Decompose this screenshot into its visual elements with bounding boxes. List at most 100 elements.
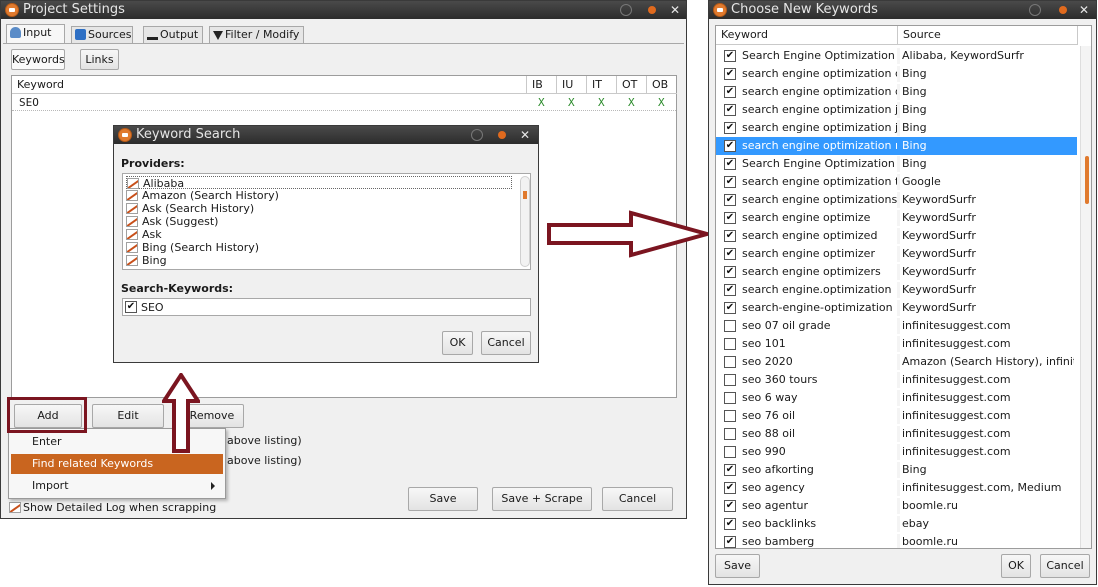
keyword-checkbox[interactable] <box>724 374 736 386</box>
maximize-icon[interactable] <box>1059 6 1067 14</box>
keyword-checkbox[interactable]: ✔ <box>724 518 736 530</box>
keyword-checkbox[interactable]: ✔ <box>724 212 736 224</box>
table-row[interactable]: seo 2020 Amazon (Search History), infinit… <box>716 353 1077 371</box>
keyword-list[interactable]: Keyword Source ✔ Search Engine Optimizati… <box>715 25 1092 549</box>
save-button[interactable]: Save <box>715 554 760 578</box>
table-row[interactable]: seo 101 infinitesuggest.com <box>716 335 1077 353</box>
tab-filter-modify[interactable]: Filter / Modify <box>209 26 304 43</box>
keyword-checkbox[interactable]: ✔ <box>724 230 736 242</box>
table-row[interactable]: seo 76 oil infinitesuggest.com <box>716 407 1077 425</box>
keyword-checkbox[interactable] <box>724 320 736 332</box>
table-row[interactable]: ✔ search-engine-optimization KeywordSurfr <box>716 299 1077 317</box>
ok-button[interactable]: OK <box>1001 554 1031 578</box>
minimize-icon[interactable] <box>471 129 483 141</box>
close-icon[interactable]: ✕ <box>1078 4 1090 16</box>
table-row[interactable]: ✔ search engine optimization j... Bing <box>716 101 1077 119</box>
table-row[interactable]: seo 88 oil infinitesuggest.com <box>716 425 1077 443</box>
table-row[interactable]: ✔ search engine optimizers KeywordSurfr <box>716 263 1077 281</box>
keyword-checkbox[interactable]: ✔ <box>724 68 736 80</box>
column-header-ob[interactable]: OB <box>647 76 677 94</box>
table-row[interactable]: ✔ search engine optimizer KeywordSurfr <box>716 245 1077 263</box>
table-row[interactable]: ✔ search engine optimize KeywordSurfr <box>716 209 1077 227</box>
table-row[interactable]: ✔ search engine optimized KeywordSurfr <box>716 227 1077 245</box>
keyword-checkbox[interactable]: ✔ <box>724 50 736 62</box>
column-header-keyword[interactable]: Keyword <box>12 76 527 94</box>
table-row[interactable]: ✔ search engine optimization tips Google <box>716 173 1077 191</box>
table-row[interactable]: ✔ search engine optimization m... Bing <box>716 137 1077 155</box>
column-header-source[interactable]: Source <box>898 26 1078 45</box>
keyword-checkbox[interactable]: ✔ <box>724 284 736 296</box>
keyword-checkbox[interactable] <box>724 410 736 422</box>
provider-item[interactable]: Ask <box>126 228 162 241</box>
keyword-checkbox[interactable]: ✔ <box>724 194 736 206</box>
choose-keywords-titlebar[interactable]: Choose New Keywords ✕ <box>709 1 1096 19</box>
cancel-button[interactable]: Cancel <box>481 331 531 355</box>
provider-item[interactable]: Ask (Search History) <box>126 202 254 215</box>
close-icon[interactable]: ✕ <box>669 4 681 16</box>
maximize-icon[interactable] <box>648 6 656 14</box>
provider-item[interactable]: Amazon (Search History) <box>126 189 279 202</box>
subtab-keywords[interactable]: Keywords <box>11 49 65 70</box>
table-row[interactable]: ✔ seo afkorting Bing <box>716 461 1077 479</box>
edit-button[interactable]: Edit <box>92 404 164 428</box>
row-flag-iu[interactable]: X <box>568 96 575 109</box>
keyword-checkbox[interactable] <box>724 446 736 458</box>
keyword-checkbox[interactable]: ✔ <box>724 302 736 314</box>
close-icon[interactable]: ✕ <box>519 129 531 141</box>
table-row[interactable]: seo 07 oil grade infinitesuggest.com <box>716 317 1077 335</box>
scrollbar-thumb[interactable] <box>523 191 527 199</box>
table-row[interactable]: ✔ seo bamberg boomle.ru <box>716 533 1077 548</box>
menu-item-import[interactable]: Import <box>11 476 223 496</box>
keyword-checkbox[interactable]: ✔ <box>724 248 736 260</box>
search-keyword-checkbox[interactable]: ✔ <box>125 301 137 313</box>
row-flag-ob[interactable]: X <box>658 96 665 109</box>
keyword-checkbox[interactable]: ✔ <box>724 176 736 188</box>
table-row[interactable]: seo 6 way infinitesuggest.com <box>716 389 1077 407</box>
keyword-checkbox[interactable]: ✔ <box>724 122 736 134</box>
provider-item[interactable]: Bing (Search History) <box>126 241 259 254</box>
scrollbar-thumb[interactable] <box>1085 156 1089 204</box>
keyword-checkbox[interactable]: ✔ <box>724 482 736 494</box>
search-keywords-list[interactable]: ✔ SEO <box>122 298 531 316</box>
keyword-checkbox[interactable]: ✔ <box>724 86 736 98</box>
table-row[interactable]: ✔ search engine optimization d... Bing <box>716 83 1077 101</box>
provider-item[interactable]: Alibaba <box>126 176 512 190</box>
keyword-checkbox[interactable] <box>724 392 736 404</box>
subtab-links[interactable]: Links <box>80 49 119 70</box>
keyword-checkbox[interactable] <box>724 356 736 368</box>
providers-list[interactable]: Alibaba Amazon (Search History) Ask (Sea… <box>122 173 531 270</box>
providers-scrollbar[interactable] <box>520 176 530 267</box>
minimize-icon[interactable] <box>1029 4 1041 16</box>
table-row[interactable]: ✔ search engine.optimization KeywordSurfr <box>716 281 1077 299</box>
table-row[interactable]: ✔ search engine optimizations KeywordSurfr <box>716 191 1077 209</box>
column-header-keyword[interactable]: Keyword <box>716 26 898 45</box>
row-flag-it[interactable]: X <box>598 96 605 109</box>
keyword-checkbox[interactable]: ✔ <box>724 104 736 116</box>
show-log-label[interactable]: Show Detailed Log when scrapping <box>23 501 216 514</box>
column-header-ot[interactable]: OT <box>617 76 647 94</box>
save-scrape-button[interactable]: Save + Scrape <box>492 487 592 511</box>
column-header-ib[interactable]: IB <box>527 76 557 94</box>
keyword-list-scrollbar[interactable] <box>1080 46 1091 548</box>
table-row[interactable]: ✔ Search Engine Optimization Alibaba, Keyw… <box>716 47 1077 65</box>
column-header-it[interactable]: IT <box>587 76 617 94</box>
provider-item[interactable]: Ask (Suggest) <box>126 215 218 228</box>
table-row[interactable]: ✔ Search Engine Optimization r... Bing <box>716 155 1077 173</box>
table-row[interactable]: ✔ search engine optimization j... Bing <box>716 119 1077 137</box>
provider-item[interactable]: Bing <box>126 254 167 267</box>
row-flag-ot[interactable]: X <box>628 96 635 109</box>
keyword-checkbox[interactable]: ✔ <box>724 140 736 152</box>
minimize-icon[interactable] <box>620 4 632 16</box>
table-row[interactable]: ✔ seo backlinks ebay <box>716 515 1077 533</box>
table-row[interactable]: ✔ search engine optimization c... Bing <box>716 65 1077 83</box>
cancel-button[interactable]: Cancel <box>602 487 673 511</box>
menu-item-find-related-keywords[interactable]: Find related Keywords <box>11 454 223 474</box>
keyword-search-titlebar[interactable]: Keyword Search ✕ <box>114 126 538 144</box>
save-button[interactable]: Save <box>408 487 478 511</box>
table-row[interactable]: SEO X X X X X <box>12 95 676 111</box>
keyword-checkbox[interactable]: ✔ <box>724 266 736 278</box>
tab-output[interactable]: Output <box>143 26 203 43</box>
table-row[interactable]: seo 360 tours infinitesuggest.com <box>716 371 1077 389</box>
cancel-button[interactable]: Cancel <box>1040 554 1090 578</box>
maximize-icon[interactable] <box>498 131 506 139</box>
